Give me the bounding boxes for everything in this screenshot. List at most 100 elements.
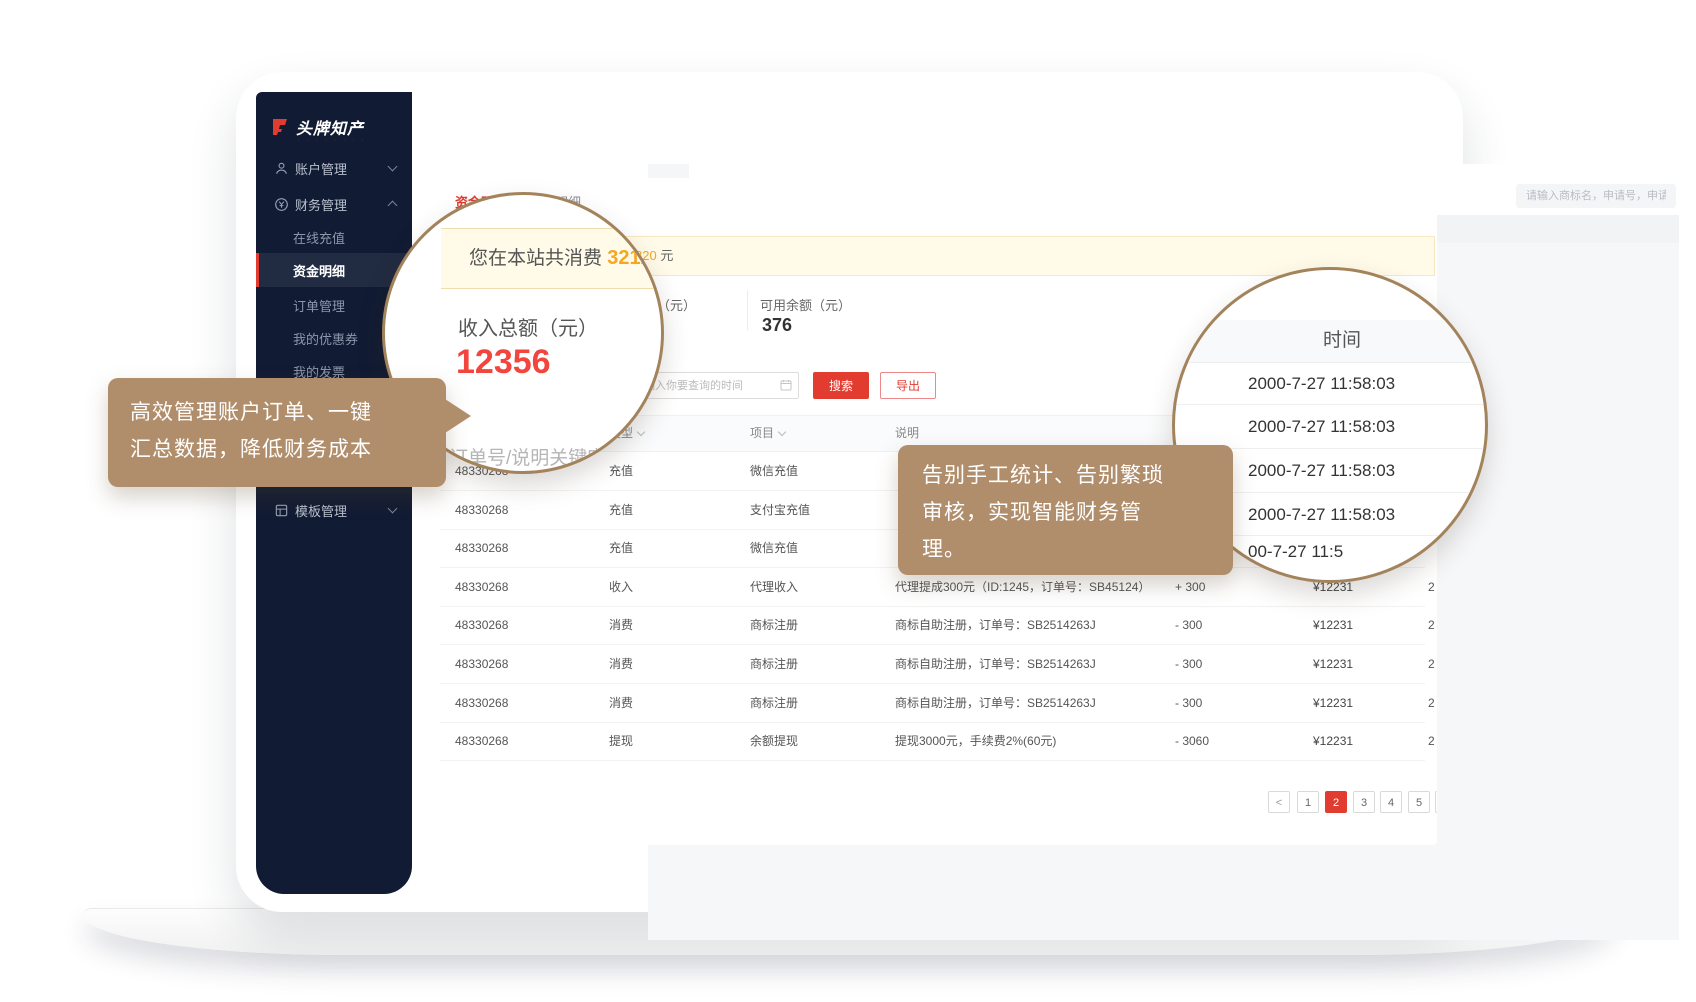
cell-project: 代理收入: [750, 568, 798, 606]
date-query-input[interactable]: [633, 372, 799, 399]
export-button[interactable]: 导出: [880, 372, 936, 399]
cell-type: 消费: [609, 645, 633, 683]
sort-caret-icon: [637, 428, 645, 436]
table-row: 48330268 消费 商标注册 商标自助注册，订单号：SB2514263J -…: [440, 606, 1425, 645]
subitem-label: 在线充值: [293, 228, 345, 247]
cell-time: 2: [1428, 722, 1437, 760]
page: 首页 商标注册 商标服务 代理合作 商标分类 个人中心>财务管理>资金明细 头牌…: [0, 0, 1696, 1002]
cell-project: 微信充值: [750, 529, 798, 567]
magnified-time-cell: 2000-7-27 11:58:03: [1248, 461, 1488, 481]
magnified-income-label: 收入总额（元）: [458, 312, 598, 341]
available-balance-value: 376: [762, 315, 792, 336]
pagination-page-5[interactable]: 5: [1408, 791, 1430, 813]
cell-order: 48330268: [455, 645, 508, 683]
cell-type: 消费: [609, 684, 633, 722]
available-balance-label: 可用余额（元）: [760, 295, 851, 314]
pagination-page-3[interactable]: 3: [1353, 791, 1375, 813]
cell-order: 48330268: [455, 568, 508, 606]
pagination-page-2-active[interactable]: 2: [1325, 791, 1347, 813]
cell-type: 充值: [609, 491, 633, 529]
cell-order: 48330268: [455, 491, 508, 529]
cell-balance: ¥12231: [1313, 684, 1353, 722]
pagination-next-button[interactable]: [1435, 791, 1437, 813]
cell-type: 消费: [609, 606, 633, 644]
pagination-prev-button[interactable]: <: [1268, 791, 1290, 813]
table-row: 48330268 提现 余额提现 提现3000元，手续费2%(60元) - 30…: [440, 722, 1425, 761]
user-icon: [274, 161, 289, 176]
sidebar-subitem-fund-detail[interactable]: 资金明细: [256, 253, 412, 287]
cell-order: 48330268: [455, 606, 508, 644]
cell-project: 支付宝充值: [750, 491, 810, 529]
magnified-income-value: 12356: [456, 343, 551, 382]
logo-text: 头牌知产: [296, 115, 364, 139]
sidebar-subitem-online-recharge[interactable]: 在线充值: [256, 220, 412, 254]
finance-icon: [274, 197, 289, 212]
calendar-icon: [780, 379, 792, 391]
cell-time: 2: [1428, 606, 1437, 644]
sidebar-item-template[interactable]: 模板管理: [256, 492, 412, 528]
cell-project: 商标注册: [750, 645, 798, 683]
chevron-up-icon: [388, 201, 398, 211]
magnified-banner: 您在本站共消费 32124 元: [441, 228, 653, 289]
logo-icon: [270, 117, 290, 137]
row-separator: [1175, 404, 1485, 405]
cell-balance: ¥12231: [1313, 722, 1353, 760]
sidebar-item-label: 模板管理: [295, 501, 347, 520]
sidebar-item-account[interactable]: 账户管理: [256, 150, 412, 186]
search-button[interactable]: 搜索: [813, 372, 869, 399]
sidebar-item-label: 财务管理: [295, 195, 347, 214]
cell-order: 48330268: [455, 722, 508, 760]
cell-desc: 商标自助注册，订单号：SB2514263J: [895, 684, 1096, 722]
cell-amount: - 3060: [1175, 722, 1209, 760]
cell-order: 48330268: [455, 684, 508, 722]
pagination-page-4[interactable]: 4: [1380, 791, 1402, 813]
cell-balance: ¥12231: [1313, 645, 1353, 683]
sidebar-item-label: 账户管理: [295, 159, 347, 178]
subitem-label: 订单管理: [293, 296, 345, 315]
cell-desc: 商标自助注册，订单号：SB2514263J: [895, 606, 1096, 644]
table-row: 48330268 消费 商标注册 商标自助注册，订单号：SB2514263J -…: [440, 684, 1425, 723]
search-input[interactable]: [1516, 184, 1676, 208]
sidebar: 头牌知产 · · · · · · · · 账户管理 财务管理 在线充值: [256, 92, 412, 894]
magnified-column-header: 订单号/说明关键字: [449, 443, 606, 470]
magnified-time-cell: 2000-7-27 11:58:03: [1248, 417, 1488, 437]
pagination-page-1[interactable]: 1: [1297, 791, 1319, 813]
callout-left: 高效管理账户订单、一键 汇总数据，降低财务成本: [108, 378, 446, 487]
cell-type: 充值: [609, 529, 633, 567]
magnified-time-cell-partial: 00-7-27 11:5: [1248, 542, 1488, 562]
cell-project: 商标注册: [750, 606, 798, 644]
sort-caret-icon: [778, 428, 786, 436]
callout-left-pointer: [445, 399, 471, 433]
active-indicator: [256, 253, 259, 287]
magnified-time-header: 时间: [1323, 320, 1361, 362]
cell-amount: - 300: [1175, 684, 1202, 722]
chevron-down-icon: [388, 504, 398, 514]
magnified-time-cell: 2000-7-27 11:58:03: [1248, 505, 1488, 525]
logo-tagline: · · · · · · · ·: [298, 138, 366, 144]
cell-type: 收入: [609, 568, 633, 606]
table-row: 48330268 消费 商标注册 商标自助注册，订单号：SB2514263J -…: [440, 645, 1425, 684]
cell-amount: - 300: [1175, 606, 1202, 644]
stat-divider: [747, 290, 748, 330]
cell-project: 微信充值: [750, 452, 798, 490]
cell-balance: ¥12231: [1313, 606, 1353, 644]
cell-type: 充值: [609, 452, 633, 490]
cell-desc: 商标自助注册，订单号：SB2514263J: [895, 645, 1096, 683]
stat-label-fragment: （元）: [657, 295, 696, 314]
cell-type: 提现: [609, 722, 633, 760]
template-icon: [274, 503, 289, 518]
cell-project: 商标注册: [750, 684, 798, 722]
magnified-time-cell: 2000-7-27 11:58:03: [1248, 374, 1488, 394]
callout-right: 告别手工统计、告别繁琐 审核，实现智能财务管 理。: [898, 445, 1233, 575]
cell-time: 2: [1428, 684, 1437, 722]
magnified-banner-text: 您在本站共消费 32124 元: [469, 229, 664, 288]
cell-project: 余额提现: [750, 722, 798, 760]
magnified-time-header-band: 时间: [1175, 320, 1485, 363]
sidebar-item-finance[interactable]: 财务管理: [256, 186, 412, 222]
cell-amount: - 300: [1175, 645, 1202, 683]
col-project[interactable]: 项目: [750, 416, 785, 451]
subitem-label: 我的优惠券: [293, 329, 358, 348]
chevron-down-icon: [388, 162, 398, 172]
cell-time: 2: [1428, 568, 1437, 606]
subitem-label: 资金明细: [293, 261, 345, 280]
